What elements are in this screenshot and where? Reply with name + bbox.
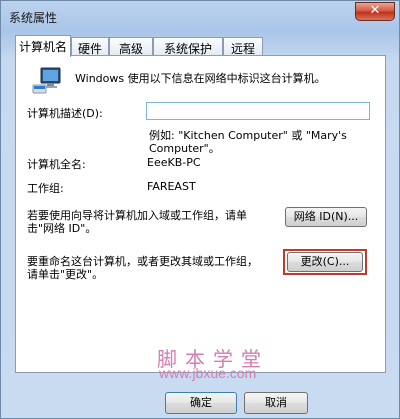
description-input[interactable]	[146, 102, 370, 120]
close-icon: ✕	[369, 3, 381, 18]
tab-computer-name[interactable]: 计算机名	[15, 35, 71, 57]
network-id-button[interactable]: 网络 ID(N)...	[285, 207, 367, 227]
description-label: 计算机描述(D):	[27, 107, 103, 120]
tab-remote[interactable]: 远程	[223, 37, 263, 56]
network-id-text-line2: 击"网络 ID"。	[27, 222, 97, 235]
close-button[interactable]: ✕	[355, 2, 395, 21]
tab-system-protection[interactable]: 系统保护	[153, 37, 223, 56]
change-button[interactable]: 更改(C)...	[287, 252, 363, 272]
full-name-value: EeeKB-PC	[147, 156, 201, 169]
system-properties-window: 系统属性 ✕ 计算机名 硬件 高级 系统保护 远程 Windows 使用以下信息…	[0, 0, 400, 419]
window-title: 系统属性	[9, 11, 58, 25]
workgroup-label: 工作组:	[27, 182, 64, 195]
ok-button[interactable]: 确定	[165, 392, 237, 414]
cancel-button[interactable]: 取消	[244, 392, 308, 414]
tab-hardware[interactable]: 硬件	[71, 37, 109, 56]
title-bar: 系统属性 ✕	[1, 1, 399, 33]
workgroup-value: FAREAST	[147, 180, 196, 193]
full-name-label: 计算机全名:	[27, 158, 86, 171]
rename-text-line2: 请单击"更改"。	[27, 268, 104, 281]
description-example-line2: Computer"。	[149, 142, 220, 155]
tab-advanced[interactable]: 高级	[109, 37, 153, 56]
watermark-url: www.jbxue.com	[159, 365, 257, 381]
computer-icon	[32, 67, 61, 94]
info-text: Windows 使用以下信息在网络中标识这台计算机。	[75, 72, 326, 85]
